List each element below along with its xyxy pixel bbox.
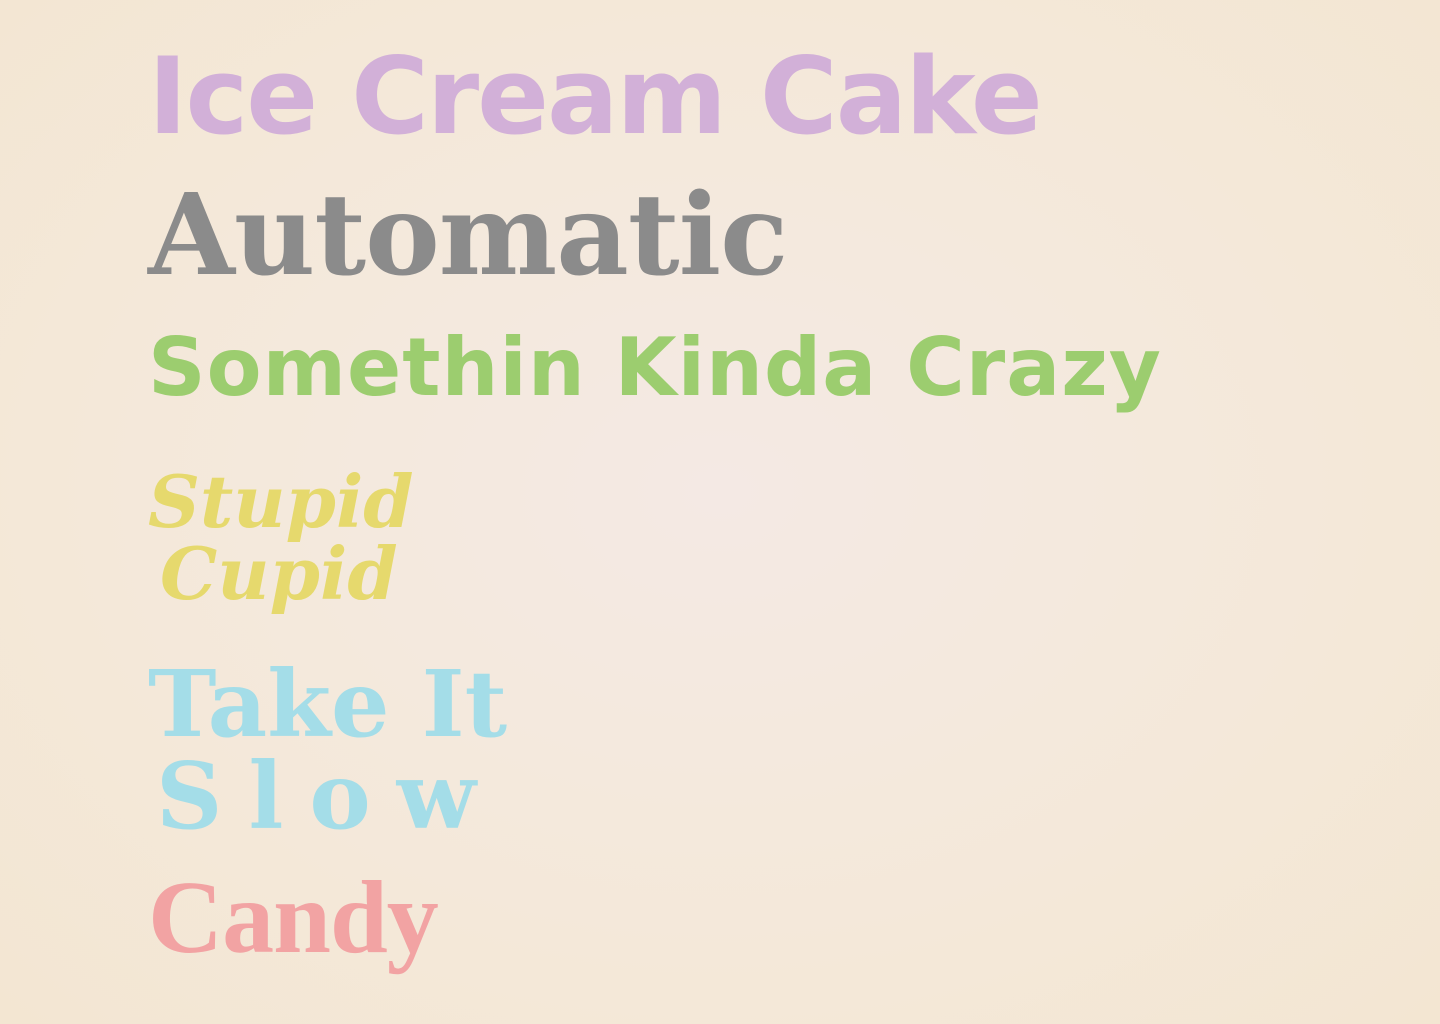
title-stupid-cupid: Stupid Cupid — [148, 466, 468, 610]
title-ice-cream-cake: Ice Cream Cake — [148, 35, 1043, 158]
title-somethin-kinda-crazy: Somethin Kinda Crazy — [148, 321, 1162, 414]
song-title-list: Ice Cream Cake Automatic Somethin Kinda … — [148, 0, 1248, 1024]
title-take-it-slow-line2: Slow — [156, 742, 502, 850]
title-candy: Candy — [148, 860, 439, 975]
title-automatic: Automatic — [148, 170, 788, 301]
title-take-it-slow: Take It Slow — [148, 658, 568, 842]
title-stupid-cupid-line2: Cupid — [160, 531, 398, 616]
